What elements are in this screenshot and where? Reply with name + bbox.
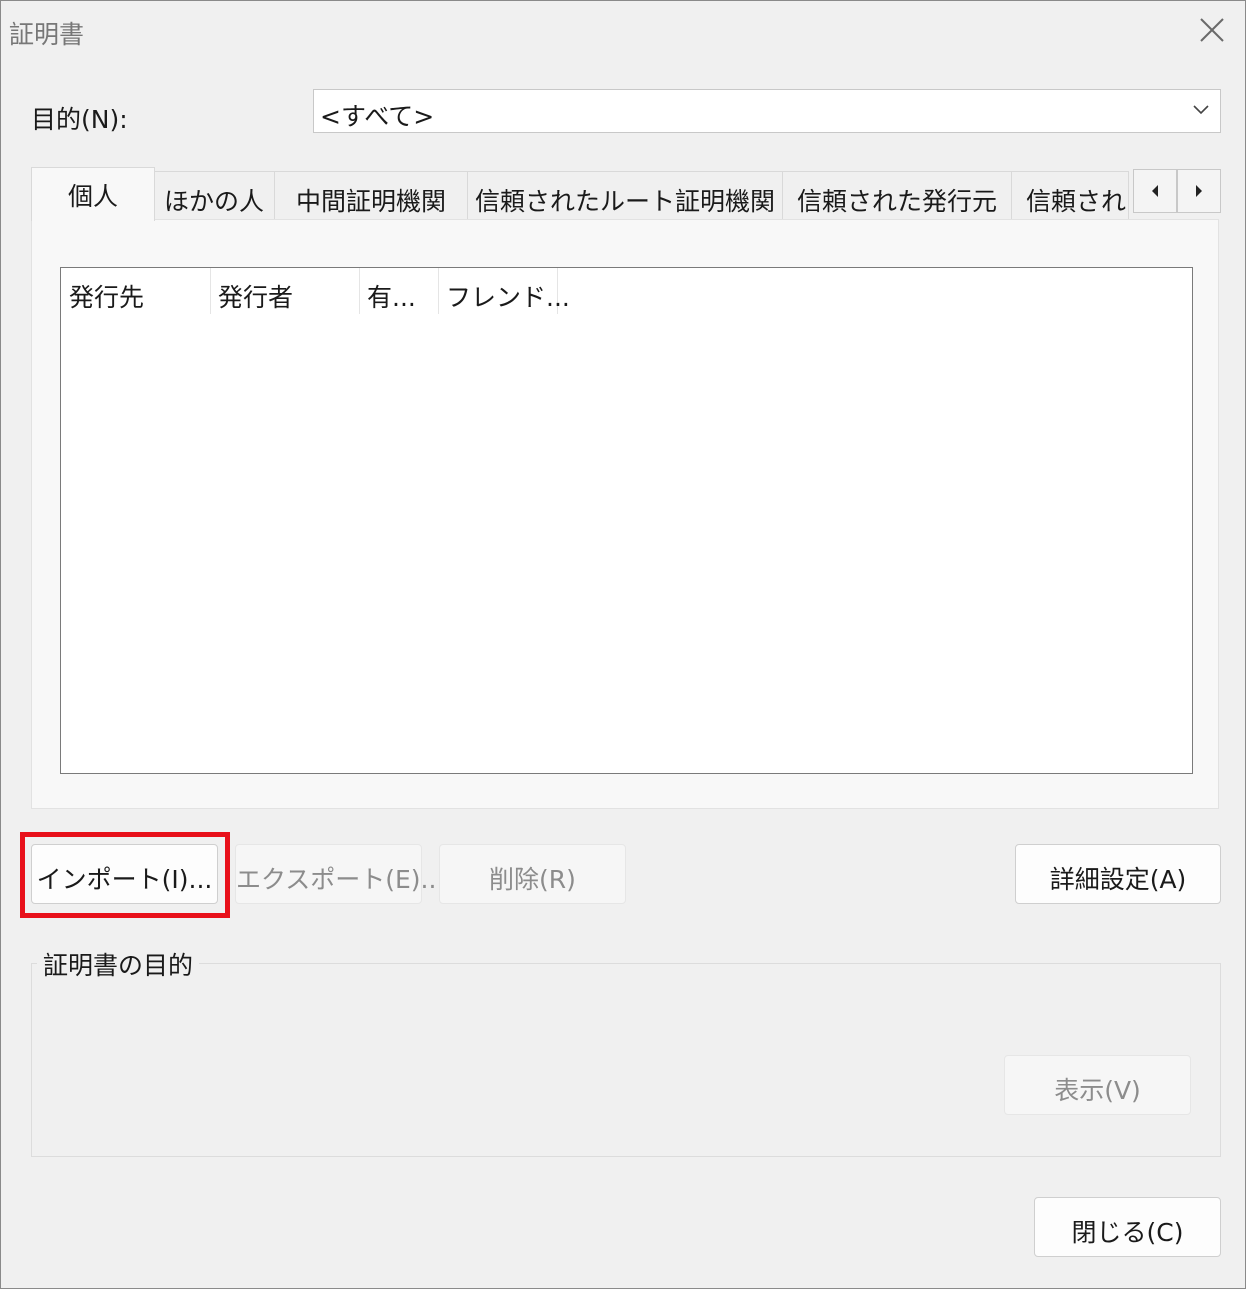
delete-button[interactable]: 削除(R) [439, 844, 626, 904]
title-bar: 証明書 [1, 1, 1245, 61]
column-header-friendly-name[interactable]: フレンド... [438, 268, 570, 314]
tab-label: 信頼された発行元 [796, 187, 997, 216]
tab-trusted-root-ca[interactable]: 信頼されたルート証明機関 [467, 171, 783, 219]
tab-panel: 発行先 発行者 有... フレンド... [31, 219, 1219, 809]
tab-label: 信頼されな [1026, 187, 1128, 216]
certificate-dialog: 証明書 目的(N): <すべて> 個人 ほかの人 中間証明機関 信頼されたルート… [0, 0, 1246, 1289]
column-header-issued-to[interactable]: 発行先 [61, 268, 211, 314]
close-window-button[interactable] [1189, 9, 1235, 51]
column-header-label: 有... [367, 283, 416, 312]
certificate-list[interactable]: 発行先 発行者 有... フレンド... [60, 267, 1193, 774]
close-button[interactable]: 閉じる(C) [1034, 1197, 1221, 1257]
close-button-label: 閉じる(C) [1071, 1218, 1184, 1247]
advanced-button-label: 詳細設定(A) [1049, 865, 1187, 894]
window-title: 証明書 [9, 20, 85, 49]
purpose-label: 目的(N): [31, 105, 128, 134]
view-button-label: 表示(V) [1054, 1076, 1141, 1105]
column-header-expiration[interactable]: 有... [359, 268, 439, 314]
tab-untrusted[interactable]: 信頼されな [1011, 171, 1129, 219]
delete-button-label: 削除(R) [489, 865, 576, 894]
tab-intermediate-ca[interactable]: 中間証明機関 [274, 171, 468, 219]
import-button-label: インポート(I)... [36, 865, 213, 894]
purpose-dropdown[interactable]: <すべて> [313, 89, 1221, 133]
chevron-down-icon [1193, 105, 1209, 115]
column-header-label: 発行者 [218, 283, 294, 312]
view-button[interactable]: 表示(V) [1004, 1055, 1191, 1115]
tab-other-people[interactable]: ほかの人 [153, 171, 275, 219]
export-button-label: エクスポート(E)... [236, 865, 445, 894]
tab-trusted-publishers[interactable]: 信頼された発行元 [782, 171, 1012, 219]
tab-label: 中間証明機関 [295, 187, 446, 216]
triangle-left-icon [1152, 185, 1158, 197]
purpose-selected-value: <すべて> [320, 102, 435, 131]
export-button[interactable]: エクスポート(E)... [235, 844, 444, 904]
tab-scroll-left-button[interactable] [1133, 169, 1177, 213]
triangle-right-icon [1196, 185, 1202, 197]
tab-personal[interactable]: 個人 [31, 167, 155, 221]
import-button[interactable]: インポート(I)... [31, 844, 218, 904]
column-header-label: 発行先 [69, 283, 145, 312]
close-icon [1200, 18, 1224, 42]
tab-label: ほかの人 [163, 187, 264, 216]
column-header-issued-by[interactable]: 発行者 [210, 268, 360, 314]
advanced-button[interactable]: 詳細設定(A) [1015, 844, 1221, 904]
tab-label: 信頼されたルート証明機関 [474, 187, 775, 216]
tab-label: 個人 [67, 182, 118, 211]
store-tabs: 個人 ほかの人 中間証明機関 信頼されたルート証明機関 信頼された発行元 信頼さ… [31, 167, 1221, 221]
tab-scroll-right-button[interactable] [1177, 169, 1221, 213]
column-header-label: フレンド... [446, 283, 570, 312]
certificate-purposes-legend: 証明書の目的 [37, 946, 200, 982]
